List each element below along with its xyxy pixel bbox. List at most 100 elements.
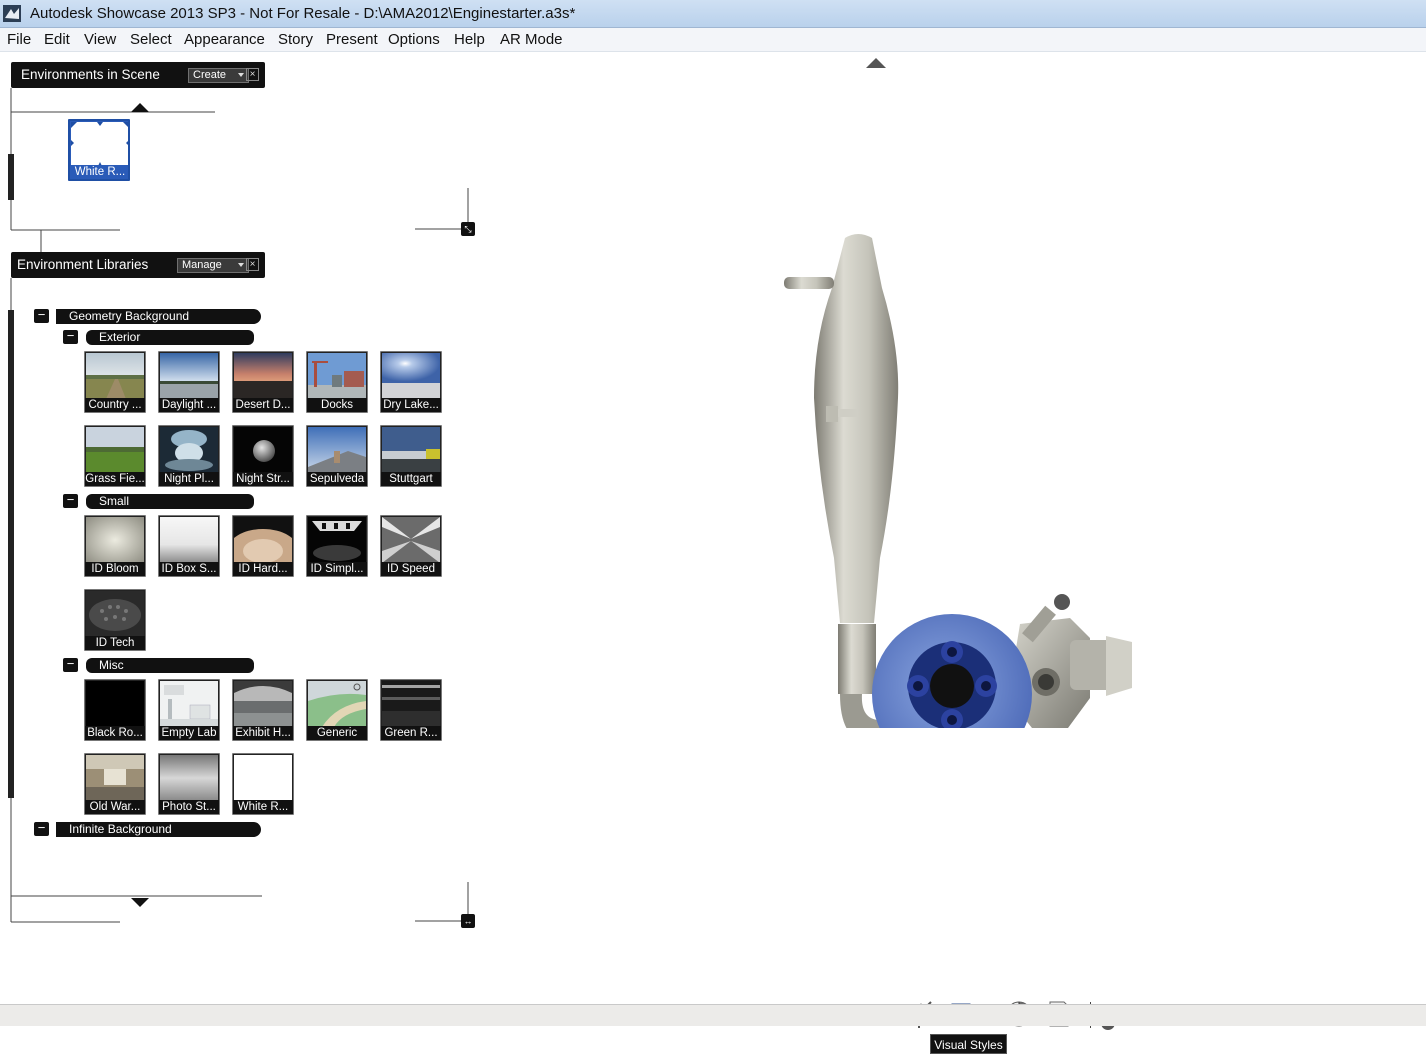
menu-file[interactable]: File xyxy=(7,31,31,48)
collapse-toggle[interactable]: − xyxy=(63,657,78,672)
thumb-caption: Desert D... xyxy=(233,398,293,412)
env-thumb-night-plaza[interactable]: Night Pl... xyxy=(158,425,220,487)
env-thumb-black-room[interactable]: Black Ro... xyxy=(84,679,146,741)
thumb-caption: White R... xyxy=(70,165,128,179)
thumb-caption: Daylight ... xyxy=(159,398,219,412)
thumb-caption: Photo St... xyxy=(159,800,219,814)
env-thumb-id-box-studio[interactable]: ID Box S... xyxy=(158,515,220,577)
env-thumb-night-street[interactable]: Night Str... xyxy=(232,425,294,487)
engine-model[interactable] xyxy=(770,228,1150,728)
subgroup-misc[interactable]: Misc xyxy=(86,658,254,673)
env-thumb-id-speed[interactable]: ID Speed xyxy=(380,515,442,577)
panel-title: Environments in Scene xyxy=(21,67,160,82)
env-thumb-stuttgart[interactable]: Stuttgart xyxy=(380,425,442,487)
collapse-toggle[interactable]: − xyxy=(34,821,49,836)
collapse-toggle[interactable]: − xyxy=(63,493,78,508)
env-thumb-docks[interactable]: Docks xyxy=(306,351,368,413)
env-thumb-id-simple[interactable]: ID Simpl... xyxy=(306,515,368,577)
dropdown-label: Manage xyxy=(182,259,222,271)
env-thumb-id-hard[interactable]: ID Hard... xyxy=(232,515,294,577)
thumb-caption: Empty Lab xyxy=(159,726,219,740)
env-thumb-generic[interactable]: Generic xyxy=(306,679,368,741)
menu-appearance[interactable]: Appearance xyxy=(184,31,265,48)
empty-lab-preview-icon xyxy=(160,681,218,727)
env-thumb-country[interactable]: Country ... xyxy=(84,351,146,413)
env-thumb-green-room[interactable]: Green R... xyxy=(380,679,442,741)
white-room-preview-icon xyxy=(71,122,128,168)
env-thumb-dry-lake[interactable]: Dry Lake... xyxy=(380,351,442,413)
manage-dropdown[interactable]: Manage xyxy=(177,258,249,273)
menu-select[interactable]: Select xyxy=(130,31,172,48)
title-bar: Autodesk Showcase 2013 SP3 - Not For Res… xyxy=(0,0,1426,28)
desert-preview-icon xyxy=(234,353,292,399)
menu-options[interactable]: Options xyxy=(388,31,440,48)
id-simple-preview-icon xyxy=(308,517,366,563)
collapse-top-arrow-icon[interactable] xyxy=(865,57,887,69)
env-thumb-old-warehouse[interactable]: Old War... xyxy=(84,753,146,815)
photo-studio-preview-icon xyxy=(160,755,218,801)
subgroup-small[interactable]: Small xyxy=(86,494,254,509)
chevron-down-icon xyxy=(238,73,244,77)
3d-viewport[interactable]: ⤡ ↔ Environments in Scene Create × White… xyxy=(0,52,1426,1054)
env-thumb-id-bloom[interactable]: ID Bloom xyxy=(84,515,146,577)
sepulveda-preview-icon xyxy=(308,427,366,473)
country-preview-icon xyxy=(86,353,144,399)
dropdown-label: Create xyxy=(193,69,227,81)
thumb-caption: Docks xyxy=(307,398,367,412)
black-room-preview-icon xyxy=(86,681,144,727)
app-icon xyxy=(3,5,21,22)
close-button[interactable]: × xyxy=(246,258,259,271)
env-thumb-white-room[interactable]: White R... xyxy=(232,753,294,815)
env-thumb-id-tech[interactable]: ID Tech xyxy=(84,589,146,651)
thumb-caption: Black Ro... xyxy=(85,726,145,740)
thumb-caption: Green R... xyxy=(381,726,441,740)
night-street-preview-icon xyxy=(234,427,292,473)
env-thumb-desert[interactable]: Desert D... xyxy=(232,351,294,413)
tooltip: Visual Styles xyxy=(930,1034,1007,1054)
menu-ar-mode[interactable]: AR Mode xyxy=(500,31,563,48)
collapse-toggle[interactable]: − xyxy=(63,329,78,344)
menu-view[interactable]: View xyxy=(84,31,116,48)
env-thumb-sepulveda[interactable]: Sepulveda xyxy=(306,425,368,487)
subgroup-exterior[interactable]: Exterior xyxy=(86,330,254,345)
scene-environment-thumb[interactable]: White R... xyxy=(68,119,130,181)
menu-edit[interactable]: Edit xyxy=(44,31,70,48)
env-thumb-daylight[interactable]: Daylight ... xyxy=(158,351,220,413)
menu-help[interactable]: Help xyxy=(454,31,485,48)
thumb-caption: ID Tech xyxy=(85,636,145,650)
docks-preview-icon xyxy=(308,353,366,399)
env-thumb-photo-studio[interactable]: Photo St... xyxy=(158,753,220,815)
resize-handle-icon[interactable]: ↔ xyxy=(461,914,475,928)
id-speed-preview-icon xyxy=(382,517,440,563)
stuttgart-preview-icon xyxy=(382,427,440,473)
env-thumb-grass-field[interactable]: Grass Fie... xyxy=(84,425,146,487)
env-thumb-exhibit-hall[interactable]: Exhibit H... xyxy=(232,679,294,741)
thumb-caption: Country ... xyxy=(85,398,145,412)
panel-title: Environment Libraries xyxy=(17,257,149,272)
thumb-caption: Generic xyxy=(307,726,367,740)
window-title: Autodesk Showcase 2013 SP3 - Not For Res… xyxy=(30,5,576,22)
environment-libraries-header: Environment Libraries Manage × xyxy=(11,252,265,278)
thumb-caption: Dry Lake... xyxy=(381,398,441,412)
thumb-caption: Exhibit H... xyxy=(233,726,293,740)
env-thumb-empty-lab[interactable]: Empty Lab xyxy=(158,679,220,741)
resize-handle-icon[interactable]: ⤡ xyxy=(461,222,475,236)
thumb-caption: Sepulveda xyxy=(307,472,367,486)
group-infinite-background[interactable]: Infinite Background xyxy=(56,822,261,837)
chevron-down-icon xyxy=(238,263,244,267)
green-room-preview-icon xyxy=(382,681,440,727)
thumb-caption: ID Bloom xyxy=(85,562,145,576)
menu-story[interactable]: Story xyxy=(278,31,313,48)
daylight-preview-icon xyxy=(160,353,218,399)
thumb-caption: ID Speed xyxy=(381,562,441,576)
menu-present[interactable]: Present xyxy=(326,31,378,48)
old-warehouse-preview-icon xyxy=(86,755,144,801)
close-button[interactable]: × xyxy=(246,68,259,81)
thumb-caption: White R... xyxy=(233,800,293,814)
collapse-toggle[interactable]: − xyxy=(34,308,49,323)
group-geometry-background[interactable]: Geometry Background xyxy=(56,309,261,324)
environments-in-scene-header: Environments in Scene Create × xyxy=(11,62,265,88)
id-box-studio-preview-icon xyxy=(160,517,218,563)
create-dropdown[interactable]: Create xyxy=(188,68,249,83)
white-room-preview-icon xyxy=(234,755,292,801)
